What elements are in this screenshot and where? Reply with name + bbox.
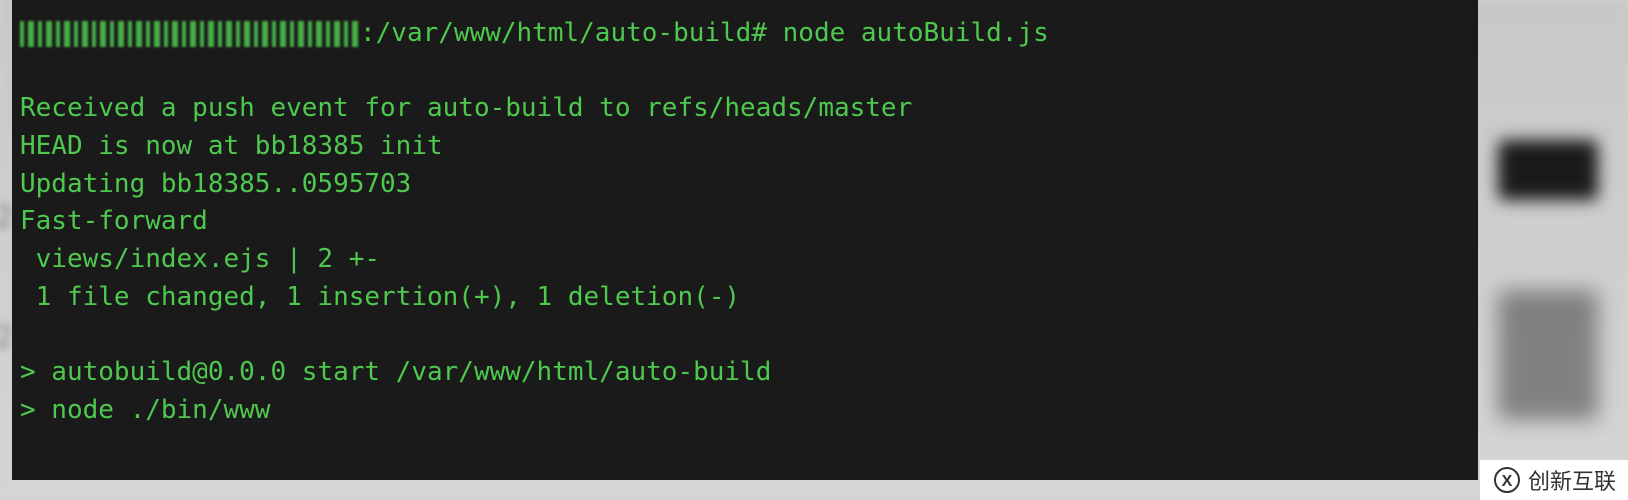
terminal-line: HEAD is now at bb18385 init (20, 131, 443, 161)
terminal-content: :/var/www/html/auto-build# node autoBuil… (20, 15, 1470, 430)
terminal-window[interactable]: :/var/www/html/auto-build# node autoBuil… (12, 0, 1478, 480)
terminal-line: > autobuild@0.0.0 start /var/www/html/au… (20, 357, 771, 387)
terminal-line: Fast-forward (20, 206, 208, 236)
watermark-logo-icon: X (1492, 465, 1522, 495)
svg-text:X: X (1502, 473, 1513, 490)
terminal-line: Received a push event for auto-build to … (20, 93, 912, 123)
terminal-line: views/index.ejs | 2 +- (20, 244, 380, 274)
bg-shape (1498, 140, 1598, 200)
bg-shape (1498, 290, 1598, 420)
watermark-text: 创新互联 (1528, 464, 1616, 496)
obscured-host (20, 21, 360, 47)
terminal-line: Updating bb18385..0595703 (20, 169, 411, 199)
terminal-line: > node ./bin/www (20, 395, 270, 425)
terminal-line: 1 file changed, 1 insertion(+), 1 deleti… (20, 282, 740, 312)
watermark: X 创新互联 (1480, 460, 1628, 500)
terminal-prompt: :/var/www/html/auto-build# node autoBuil… (360, 18, 1049, 48)
